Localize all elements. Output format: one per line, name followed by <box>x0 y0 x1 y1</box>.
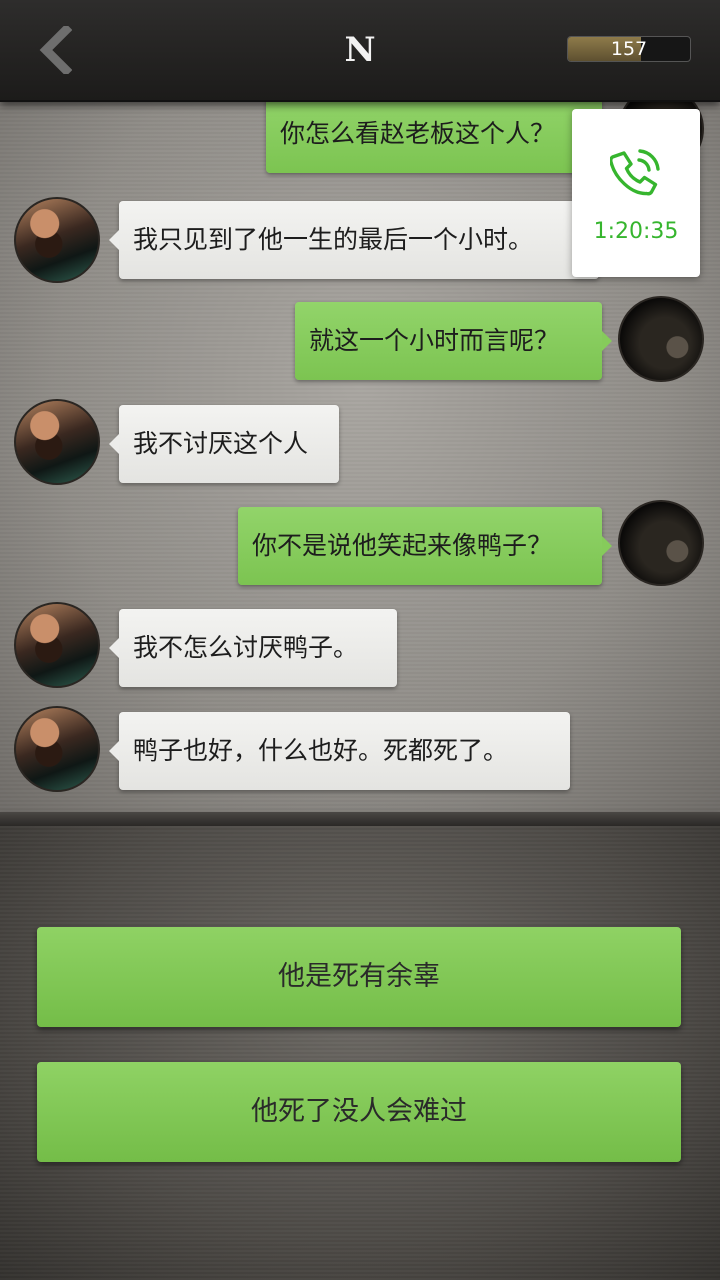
message-bubble-outgoing[interactable]: 就这一个小时而言呢？ <box>295 302 612 380</box>
message-text: 就这一个小时而言呢？ <box>309 326 560 355</box>
coin-count: 157 <box>610 38 648 60</box>
reply-option-button[interactable]: 他是死有余辜 <box>37 927 681 1027</box>
message-bubble-incoming[interactable]: 鸭子也好，什么也好。死都死了。 <box>109 712 570 790</box>
reply-option-button[interactable]: 他死了没人会难过 <box>37 1062 681 1162</box>
message-bubble-outgoing[interactable]: 你怎么看赵老板这个人？ <box>266 100 612 173</box>
back-button[interactable] <box>30 22 80 78</box>
call-widget[interactable]: 1:20:35 <box>572 109 700 277</box>
reply-options-panel: 他是死有余辜 他死了没人会难过 <box>0 826 720 1280</box>
coin-balance: 157 <box>567 36 691 62</box>
message-text: 我不讨厌这个人 <box>133 429 309 458</box>
contact-avatar[interactable] <box>14 399 100 485</box>
contact-avatar[interactable] <box>14 602 100 688</box>
message-text: 我不怎么讨厌鸭子。 <box>133 633 359 662</box>
contact-avatar[interactable] <box>14 706 100 792</box>
my-avatar[interactable] <box>618 500 704 586</box>
message-text: 我只见到了他一生的最后一个小时。 <box>133 225 534 254</box>
contact-avatar[interactable] <box>14 197 100 283</box>
message-bubble-incoming[interactable]: 我不讨厌这个人 <box>109 405 339 483</box>
message-text: 你怎么看赵老板这个人？ <box>280 119 556 148</box>
my-avatar[interactable] <box>618 296 704 382</box>
message-text: 你不是说他笑起来像鸭子？ <box>252 531 553 560</box>
top-bar: N 157 <box>0 0 720 102</box>
message-bubble-outgoing[interactable]: 你不是说他笑起来像鸭子？ <box>238 507 612 585</box>
chevron-left-icon <box>39 26 72 74</box>
message-bubble-incoming[interactable]: 我不怎么讨厌鸭子。 <box>109 609 397 687</box>
message-bubble-incoming[interactable]: 我只见到了他一生的最后一个小时。 <box>109 201 599 279</box>
message-text: 鸭子也好，什么也好。死都死了。 <box>133 736 509 765</box>
chat-divider <box>0 812 720 826</box>
phone-icon <box>610 149 660 196</box>
call-timer: 1:20:35 <box>593 219 679 244</box>
